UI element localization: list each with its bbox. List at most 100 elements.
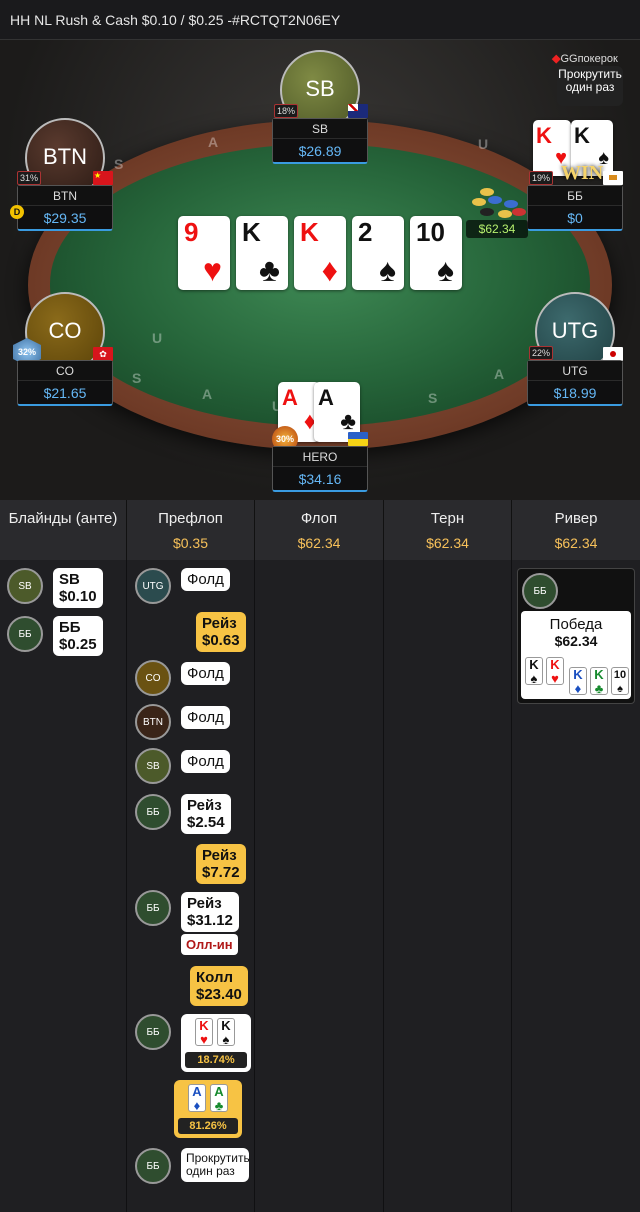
flop-column (255, 560, 384, 1212)
board-card-1: 9 ♥ (178, 216, 230, 290)
hero-action-bubble: Колл $23.40 (190, 966, 248, 1006)
hero-action-bubble: Рейз $0.63 (196, 612, 246, 652)
showdown-card: K ♥ (546, 657, 564, 686)
board-card-3: K ♦ (294, 216, 346, 290)
seat-co[interactable]: CO 32% ✿ CO $21.65 (13, 292, 113, 406)
flag-icon: ★ (93, 171, 113, 185)
result-label: Победа (549, 616, 603, 633)
flag-icon: ✿ (93, 347, 113, 361)
board-card-4: 2 ♠ (352, 216, 404, 290)
run-it-once-button[interactable]: Прокрутить один раз (557, 66, 623, 106)
rail-letter: U (478, 136, 489, 152)
column-title: Флоп (300, 510, 338, 527)
column-title: Ривер (554, 510, 598, 527)
hand-title-bar: HH NL Rush & Cash $0.10 / $0.25 -#RCTQT2… (0, 0, 640, 40)
seat-sb[interactable]: SB 18% SB $26.89 (272, 50, 368, 164)
equity-value: 18.74% (185, 1052, 247, 1068)
showdown-card: 10 ♠ (611, 667, 629, 695)
rail-letter: A (494, 366, 505, 382)
position-badge: ББ (522, 573, 558, 609)
player-stack: $0 (567, 210, 583, 226)
player-plate: CO $21.65 (17, 360, 113, 406)
column-header-turn: Терн $62.34 (384, 500, 512, 560)
blinds-column (0, 560, 127, 1212)
all-in-badge: Олл-ин (181, 934, 238, 955)
flag-icon (348, 104, 368, 118)
player-plate: UTG $18.99 (527, 360, 623, 406)
position-badge: ББ (135, 1148, 171, 1184)
result-amount: $62.34 (554, 633, 598, 649)
seat-hero[interactable]: A ♦ A ♣ 30% HERO $34.16 (272, 380, 368, 492)
player-name: SB (273, 119, 367, 139)
column-header-preflop: Префлоп $0.35 (127, 500, 255, 560)
equity-card: A ♣ (210, 1084, 228, 1113)
rail-letter: A (202, 386, 213, 402)
column-header-blinds: Блайнды (анте) (0, 500, 127, 560)
vpip-badge: 18% (274, 104, 299, 118)
action-history: Блайнды (анте) Префлоп $0.35 Флоп $62.34… (0, 500, 640, 1212)
gg-logo: ◆GGпокерок (552, 52, 618, 65)
poker-table-view: S A U S A U S A U ◆GGпокерок Прокрутить … (0, 40, 640, 500)
position-badge: CO (135, 660, 171, 696)
rail-letter: S (114, 156, 124, 172)
action-bubble: Прокрутить один раз (181, 1148, 250, 1182)
column-pot: $62.34 (297, 535, 341, 551)
player-plate: ББ $0 (527, 185, 623, 231)
seat-btn[interactable]: BTN 31% ★ BTN $29.35 (17, 118, 113, 231)
action-bubble: Фолд (181, 706, 230, 729)
flag-icon (348, 432, 368, 446)
position-badge: SB (135, 748, 171, 784)
win-badge: WIN (561, 162, 604, 184)
player-name: UTG (528, 361, 622, 381)
rail-letter: A (208, 134, 219, 150)
run-it-once-label: Прокрутить один раз (558, 67, 622, 94)
player-stack: $26.89 (298, 143, 342, 159)
player-plate: BTN $29.35 (17, 185, 113, 231)
player-stack: $21.65 (43, 385, 87, 401)
equity-value: 81.26% (178, 1118, 238, 1134)
player-name: HERO (273, 447, 367, 467)
equity-box-villain: K ♥ K ♠ 18.74% (181, 1014, 251, 1072)
showdown-card: K ♦ (569, 667, 587, 696)
player-plate: HERO $34.16 (272, 446, 368, 492)
player-plate: SB $26.89 (272, 118, 368, 164)
seat-bb[interactable]: K ♥ K ♠ WIN 19% ББ $0 (527, 118, 623, 231)
position-badge: ББ (135, 794, 171, 830)
player-name: CO (18, 361, 112, 381)
seat-utg[interactable]: UTG 22% UTG $18.99 (527, 292, 623, 406)
player-name: ББ (528, 186, 622, 206)
vpip-badge: 22% (529, 346, 554, 360)
equity-card: K ♥ (195, 1018, 213, 1047)
action-bubble: Рейз $31.12 (181, 892, 239, 932)
rail-letter: S (132, 370, 142, 386)
rail-letter: U (152, 330, 163, 346)
equity-card: A ♦ (188, 1084, 206, 1113)
board-card-2: K ♣ (236, 216, 288, 290)
action-bubble: Фолд (181, 750, 230, 773)
flag-icon (603, 171, 623, 185)
position-badge: ББ (135, 1014, 171, 1050)
showdown-card: K ♠ (525, 657, 543, 686)
position-badge: UTG (135, 568, 171, 604)
column-title: Блайнды (анте) (8, 510, 118, 527)
column-title: Префлоп (158, 510, 223, 527)
chip-stack-icon (470, 186, 526, 224)
action-bubble: Фолд (181, 568, 230, 591)
rail-letter: S (428, 390, 438, 406)
turn-column (384, 560, 512, 1212)
board-card-5: 10 ♠ (410, 216, 462, 290)
player-name: BTN (18, 186, 112, 206)
player-stack: $34.16 (298, 471, 342, 487)
equity-box-hero: A ♦ A ♣ 81.26% (174, 1080, 242, 1138)
dealer-button-icon: D (10, 205, 24, 219)
column-header-flop: Флоп $62.34 (255, 500, 384, 560)
hero-action-bubble: Рейз $7.72 (196, 844, 246, 884)
action-bubble: Фолд (181, 662, 230, 685)
hand-title: HH NL Rush & Cash $0.10 / $0.25 -#RCTQT2… (10, 12, 341, 28)
column-pot: $0.35 (172, 535, 209, 551)
showdown-card: K ♣ (590, 667, 608, 696)
action-bubble: Рейз $2.54 (181, 794, 231, 834)
column-pot: $62.34 (554, 535, 598, 551)
river-winner-panel: ББ Победа $62.34 K ♠ K ♥ K ♦ K ♣ 10 ♠ (517, 568, 635, 704)
vpip-badge: 19% (529, 171, 554, 185)
